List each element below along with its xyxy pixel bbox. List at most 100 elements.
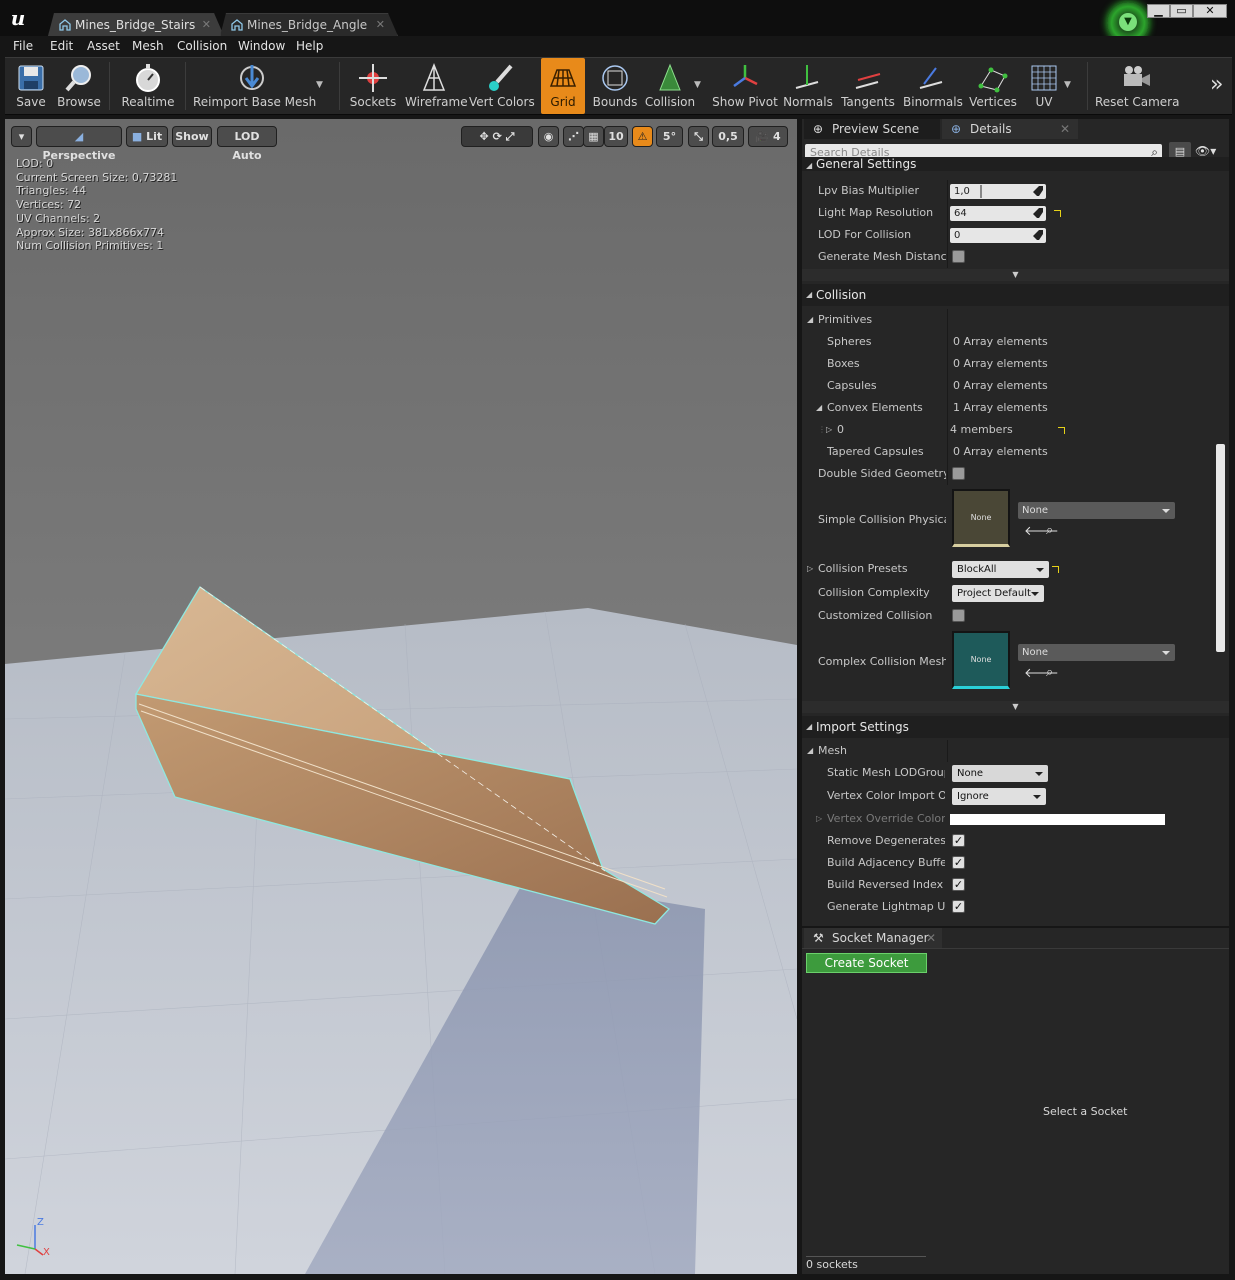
collision-mesh-thumbnail[interactable]: None xyxy=(952,631,1010,689)
create-socket-button[interactable]: Create Socket xyxy=(806,953,927,973)
grid-size-value[interactable]: 10 xyxy=(604,126,628,147)
rotation-snap-value[interactable]: 5° xyxy=(656,126,683,147)
tab-socket-manager[interactable]: ⚒ Socket Manager ✕ xyxy=(804,928,942,948)
tab-close-icon[interactable]: ✕ xyxy=(202,14,211,36)
normals-button[interactable]: Normals xyxy=(783,58,833,114)
menu-window[interactable]: Window xyxy=(238,39,285,53)
browse-button[interactable]: Browse xyxy=(55,58,103,114)
maximize-button[interactable]: ▭ xyxy=(1170,4,1193,18)
build-adjacency-checkbox[interactable]: ✓ xyxy=(952,856,965,869)
collision-mesh-asset-picker[interactable]: None xyxy=(1018,644,1175,661)
physmat-asset-picker[interactable]: None xyxy=(1018,502,1175,519)
physmat-thumbnail[interactable]: None xyxy=(952,489,1010,547)
scale-snap-value[interactable]: 0,5 xyxy=(712,126,744,147)
details-scrollbar[interactable] xyxy=(1216,444,1225,652)
perspective-button[interactable]: ◢ Perspective xyxy=(36,126,122,162)
row-vertex-override-color[interactable]: ▷ Vertex Override Color xyxy=(802,808,1222,830)
wireframe-button[interactable]: Wireframe xyxy=(405,58,468,114)
lpv-bias-input[interactable]: 1,0 xyxy=(950,184,1046,199)
collision-presets-dropdown[interactable]: BlockAll xyxy=(952,561,1049,578)
tab-close-icon[interactable]: ✕ xyxy=(1060,119,1070,139)
realtime-button[interactable]: Realtime xyxy=(117,58,179,114)
build-reversed-index-checkbox[interactable]: ✓ xyxy=(952,878,965,891)
section-collision[interactable]: ◢ Collision xyxy=(802,284,1229,306)
lit-button[interactable]: ■ Lit xyxy=(126,126,168,147)
collision-complexity-dropdown[interactable]: Project Default xyxy=(952,585,1044,602)
menu-mesh[interactable]: Mesh xyxy=(132,39,164,53)
binormals-button[interactable]: Binormals xyxy=(903,58,963,114)
vertices-button[interactable]: Vertices xyxy=(967,58,1019,114)
row-convex-elements[interactable]: ◢ Convex Elements 1 Array elements xyxy=(802,397,1222,419)
double-sided-checkbox[interactable] xyxy=(952,467,965,480)
show-pivot-button[interactable]: Show Pivot xyxy=(711,58,779,114)
row-static-mesh-lodgroup: Static Mesh LODGroup None xyxy=(802,762,1222,784)
row-boxes: Boxes 0 Array elements xyxy=(802,353,1222,375)
tangents-button[interactable]: Tangents xyxy=(839,58,897,114)
tab-mines-bridge-stairs[interactable]: Mines_Bridge_Stairs ✕ xyxy=(48,13,224,36)
save-button[interactable]: Save xyxy=(7,58,55,114)
vertex-color-import-dropdown[interactable]: Ignore xyxy=(952,788,1046,805)
expand-advanced-icon[interactable]: ▼ xyxy=(802,701,1229,713)
collision-button[interactable]: Collision xyxy=(643,58,697,114)
collision-dropdown-icon[interactable]: ▼ xyxy=(694,80,701,90)
row-primitives[interactable]: ◢ Primitives xyxy=(802,309,1222,331)
generate-lightmap-checkbox[interactable]: ✓ xyxy=(952,900,965,913)
lod-auto-button[interactable]: LOD Auto xyxy=(217,126,277,162)
row-value: 0 Array elements xyxy=(953,379,1048,392)
lodgroup-input[interactable]: None xyxy=(952,765,1048,782)
toolbar-overflow-icon[interactable]: » xyxy=(1210,72,1223,97)
use-selected-arrow-icon[interactable]: 🡐 xyxy=(1024,523,1059,539)
scale-snap-icon[interactable]: ⤡ xyxy=(688,126,709,147)
reimport-dropdown-icon[interactable]: ▼ xyxy=(316,80,323,90)
section-import-settings[interactable]: ◢ Import Settings xyxy=(802,716,1229,738)
remove-degenerates-checkbox[interactable]: ✓ xyxy=(952,834,965,847)
reset-to-default-icon[interactable] xyxy=(1052,566,1059,573)
tab-close-icon[interactable]: ✕ xyxy=(926,928,936,948)
row-mesh[interactable]: ◢ Mesh xyxy=(802,740,1222,762)
customized-collision-checkbox[interactable] xyxy=(952,609,965,622)
vert-colors-button[interactable]: Vert Colors xyxy=(469,58,535,114)
menu-asset[interactable]: Asset xyxy=(87,39,120,53)
browse-asset-icon[interactable]: ⌕ xyxy=(1046,523,1053,538)
uv-dropdown-icon[interactable]: ▼ xyxy=(1064,80,1071,90)
viewport[interactable]: ▾ ◢ Perspective ■ Lit Show LOD Auto ✥ ⟳ … xyxy=(5,119,797,1274)
grid-toggle[interactable]: Grid xyxy=(541,58,585,114)
unreal-logo-icon[interactable]: u xyxy=(6,6,30,30)
use-selected-arrow-icon[interactable]: 🡐 xyxy=(1024,665,1059,681)
minimize-button[interactable]: ▁ xyxy=(1147,4,1170,18)
tab-close-icon[interactable]: ✕ xyxy=(376,14,385,36)
tab-mines-bridge-angle[interactable]: Mines_Bridge_Angle ✕ xyxy=(220,13,398,36)
row-convex-0[interactable]: ⋮ ▷ 0 4 members xyxy=(802,419,1222,441)
rotation-snap-icon[interactable]: ⚠ xyxy=(632,126,653,147)
viewport-options-button[interactable]: ▾ xyxy=(11,126,32,147)
camera-speed-button[interactable]: 🎥 4 xyxy=(748,126,788,147)
bounds-button[interactable]: Bounds xyxy=(591,58,639,114)
reset-camera-button[interactable]: Reset Camera xyxy=(1095,58,1179,114)
menu-file[interactable]: File xyxy=(13,39,33,53)
expand-advanced-icon[interactable]: ▼ xyxy=(802,269,1229,281)
reset-to-default-icon[interactable] xyxy=(1058,427,1065,434)
row-collision-presets[interactable]: ▷ Collision Presets BlockAll xyxy=(802,558,1222,580)
section-general-settings[interactable]: ◢ General Settings xyxy=(802,157,1229,171)
vertex-override-color-swatch[interactable] xyxy=(950,814,1165,825)
show-button[interactable]: Show xyxy=(172,126,212,147)
reimport-button[interactable]: Reimport Base Mesh xyxy=(193,58,316,114)
menu-edit[interactable]: Edit xyxy=(50,39,73,53)
reset-to-default-icon[interactable] xyxy=(1054,210,1061,217)
lod-collision-input[interactable]: 0 xyxy=(950,228,1046,243)
light-map-res-input[interactable]: 64 xyxy=(950,206,1046,221)
menu-collision[interactable]: Collision xyxy=(177,39,227,53)
tab-preview-scene-settings[interactable]: ⊕ Preview Scene Sett xyxy=(804,119,940,156)
eye-visibility-icon[interactable]: 👁▾ xyxy=(1195,144,1216,158)
sockets-button[interactable]: Sockets xyxy=(347,58,399,114)
browse-asset-icon[interactable]: ⌕ xyxy=(1046,665,1053,680)
surface-snap-icon[interactable]: ⋰ xyxy=(563,126,584,147)
menu-help[interactable]: Help xyxy=(296,39,323,53)
grid-snap-icon[interactable]: ▦ xyxy=(583,126,604,147)
tab-details[interactable]: ⊕ Details ✕ xyxy=(942,119,1078,139)
uv-button[interactable]: UV xyxy=(1023,58,1065,114)
world-local-icon[interactable]: ◉ xyxy=(538,126,559,147)
transform-mode-group[interactable]: ✥ ⟳ ⤢ xyxy=(461,126,533,147)
generate-distance-checkbox[interactable] xyxy=(952,250,965,263)
close-window-button[interactable]: ✕ xyxy=(1193,4,1227,18)
